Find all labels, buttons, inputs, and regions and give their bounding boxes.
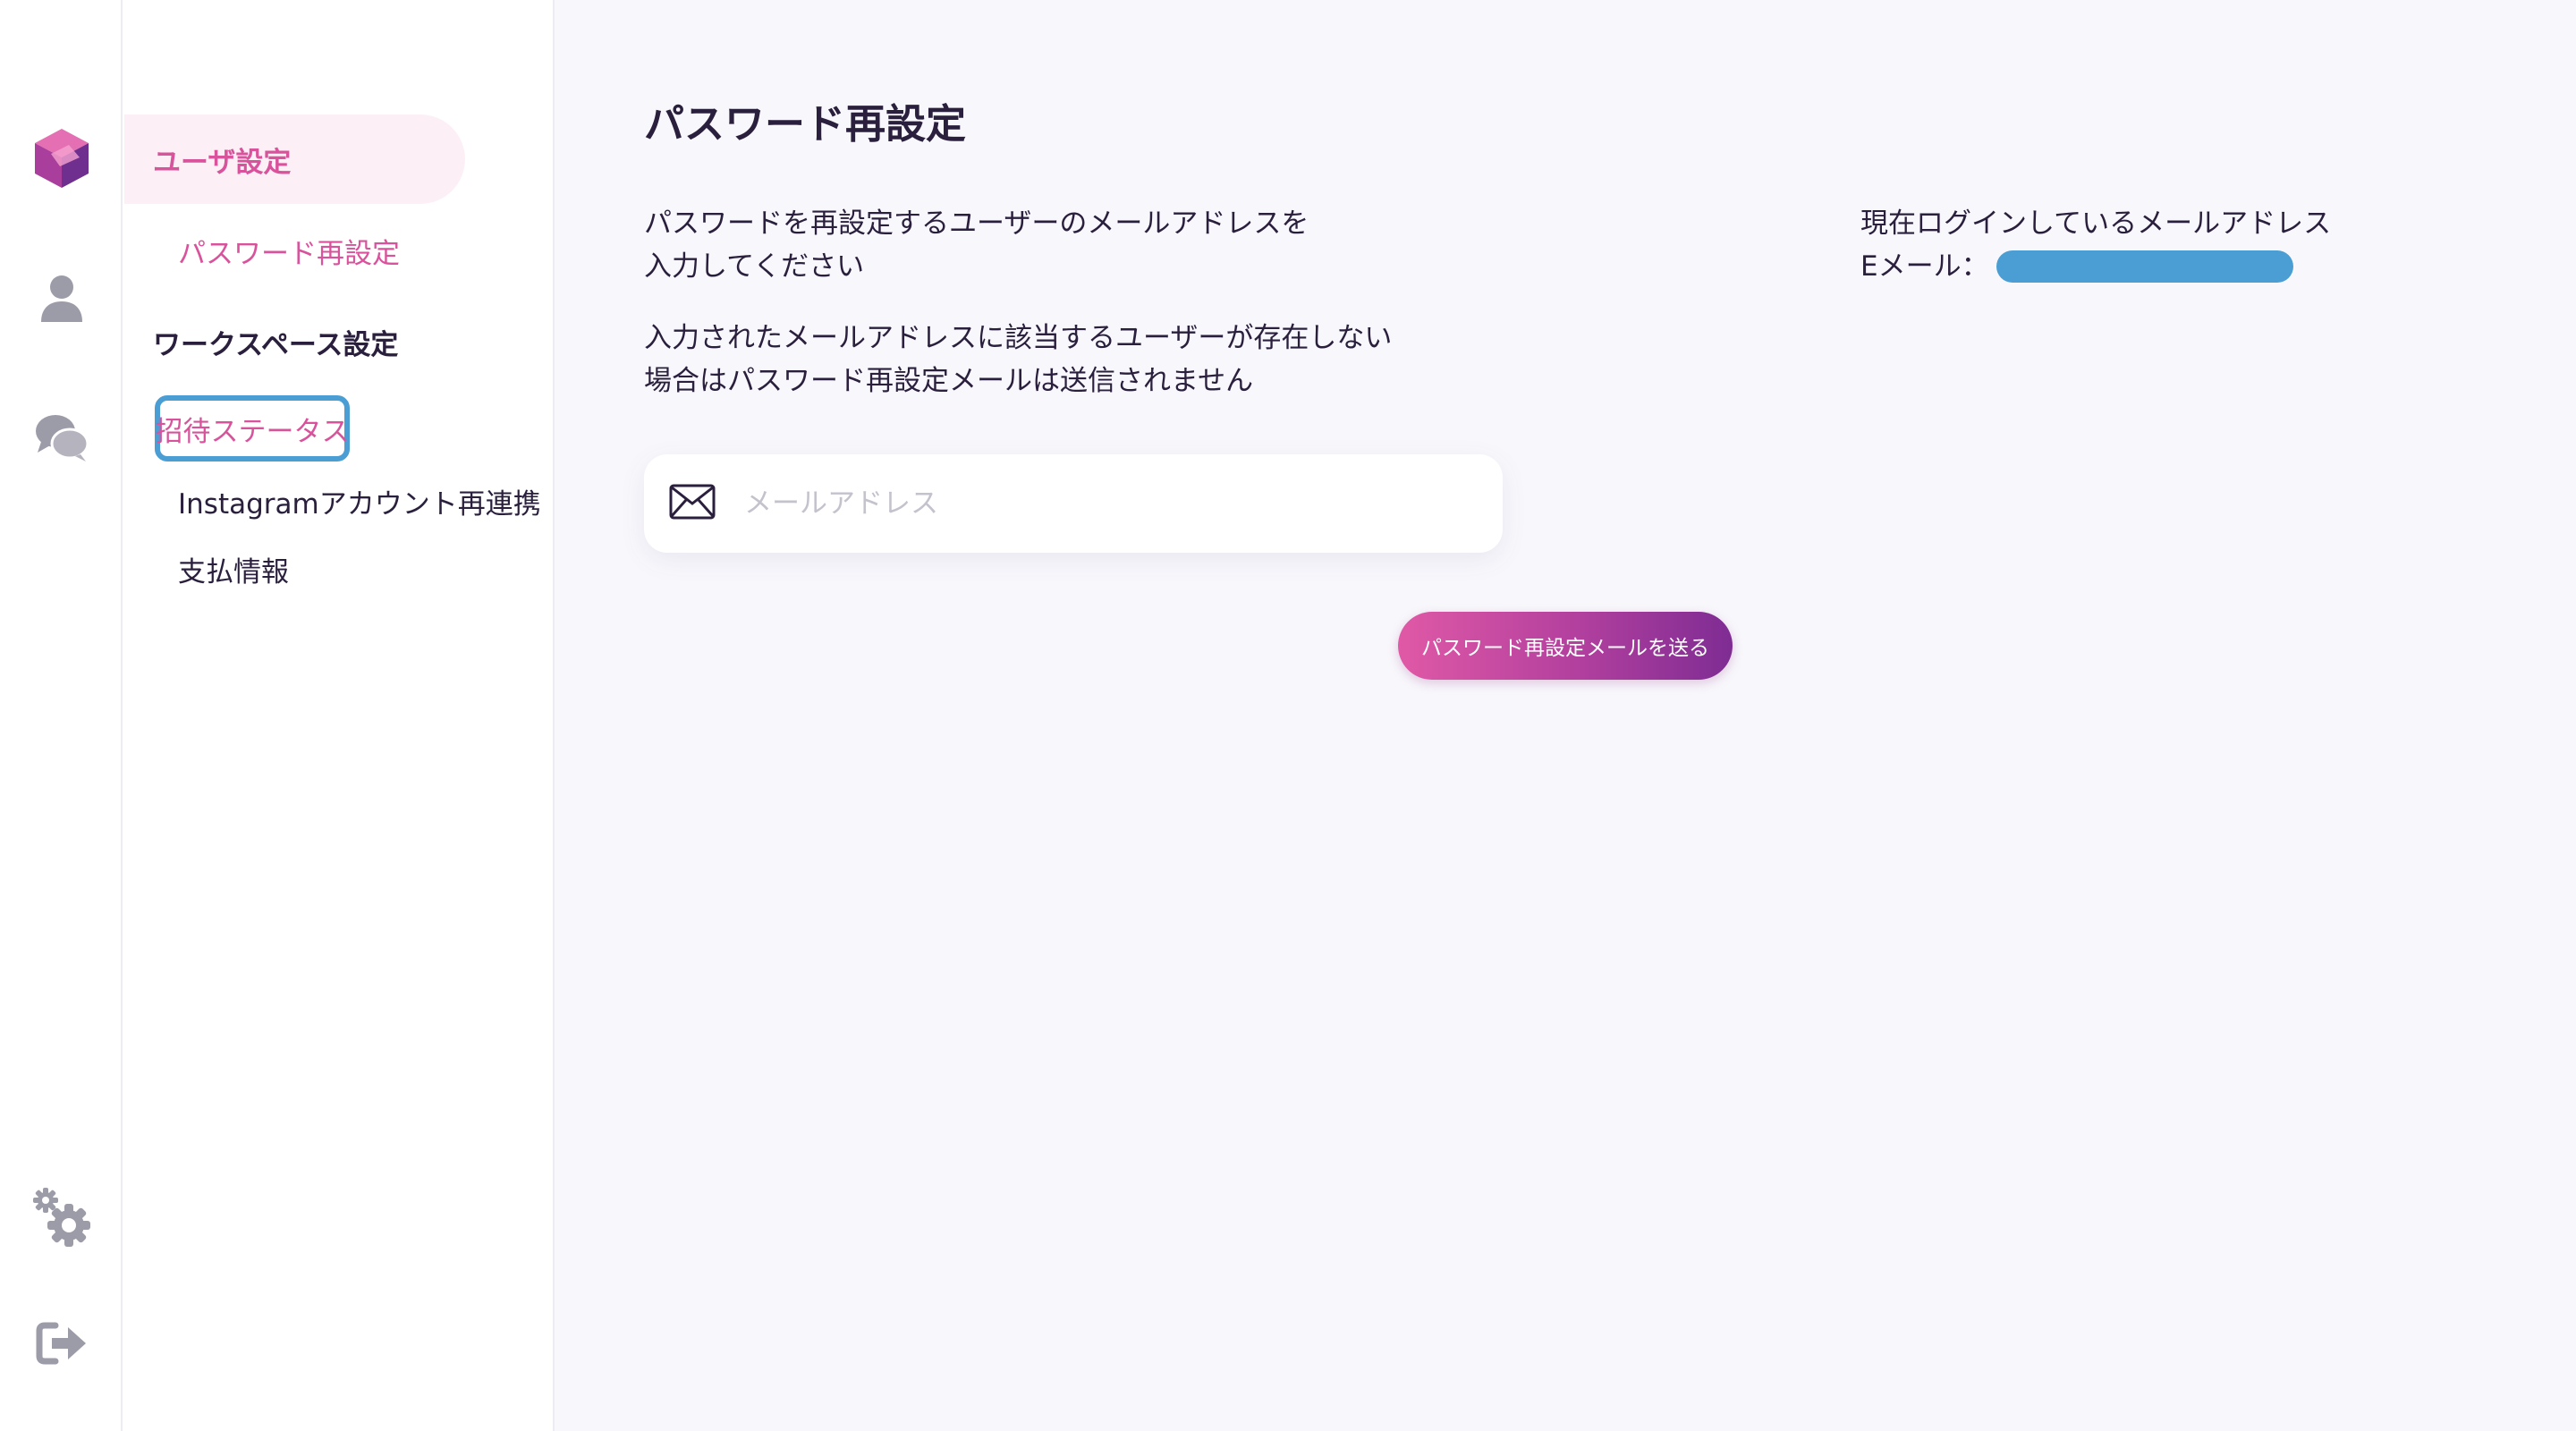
notice-text: 入力されたメールアドレスに該当するユーザーが存在しない 場合はパスワード再設定メ… [644, 317, 1392, 402]
email-input[interactable] [742, 487, 1479, 521]
nav-payment-info[interactable]: 支払情報 [178, 549, 289, 589]
settings-gears-icon[interactable] [0, 1186, 123, 1249]
nav-invitation-status-label: 招待ステータス [155, 415, 350, 448]
main-content: パスワード再設定 パスワードを再設定するユーザーのメールアドレスを 入力してくだ… [555, 0, 2576, 1431]
user-icon[interactable] [0, 274, 123, 324]
nav-password-reset[interactable]: パスワード再設定 [178, 231, 400, 271]
notice-line: 場合はパスワード再設定メールは送信されません [644, 365, 1254, 397]
current-login-info: 現在ログインしているメールアドレス Eメール： [1860, 202, 2331, 288]
page-title: パスワード再設定 [644, 100, 967, 148]
icon-rail [0, 0, 123, 1431]
nav-user-settings-label: ユーザ設定 [153, 146, 292, 179]
chat-bubbles-icon[interactable] [0, 411, 123, 463]
nav-user-settings[interactable]: ユーザ設定 [124, 114, 465, 204]
nav-invitation-status[interactable]: 招待ステータス [155, 395, 350, 461]
description-text: パスワードを再設定するユーザーのメールアドレスを 入力してください [644, 202, 1309, 288]
email-prefix-label: Eメール： [1860, 250, 1989, 283]
current-email-row: Eメール： [1860, 245, 2331, 288]
envelope-icon [669, 484, 716, 523]
logo-cube-icon[interactable] [0, 127, 123, 190]
logout-icon[interactable] [0, 1322, 123, 1365]
settings-subnav: ユーザ設定 パスワード再設定 ワークスペース設定 招待ステータス Instagr… [123, 0, 555, 1431]
description-line: 入力してください [644, 250, 865, 283]
nav-workspace-settings-heading: ワークスペース設定 [153, 329, 399, 361]
redacted-email-value [1996, 250, 2293, 283]
nav-instagram-relink[interactable]: Instagramアカウント再連携 [178, 481, 541, 521]
description-line: パスワードを再設定するユーザーのメールアドレスを [644, 207, 1309, 240]
send-reset-email-button[interactable]: パスワード再設定メールを送る [1398, 612, 1733, 680]
email-field-container [644, 454, 1503, 553]
notice-line: 入力されたメールアドレスに該当するユーザーが存在しない [644, 322, 1393, 354]
current-login-label: 現在ログインしているメールアドレス [1860, 207, 2332, 240]
